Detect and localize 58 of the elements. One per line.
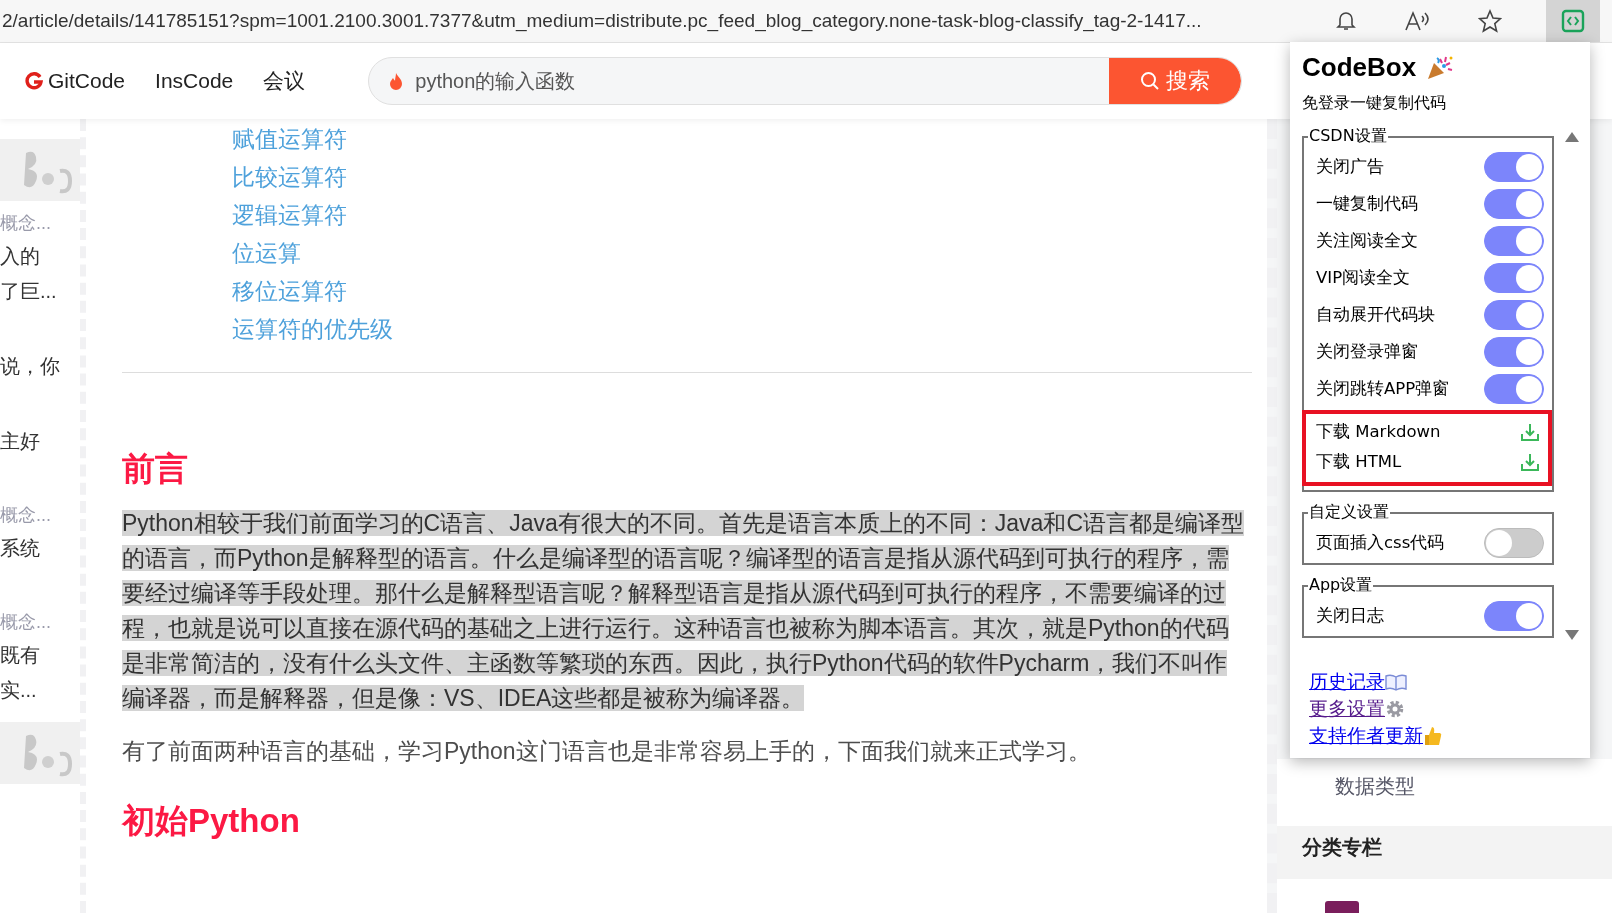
star-icon[interactable] <box>1478 9 1502 33</box>
toggle-switch[interactable] <box>1484 601 1544 631</box>
group-legend: 自定义设置 <box>1308 502 1390 523</box>
group-legend: App设置 <box>1308 575 1374 596</box>
group-legend: CSDN设置 <box>1308 126 1388 147</box>
flame-icon <box>389 72 404 90</box>
toggle-switch[interactable] <box>1484 528 1544 558</box>
search-icon <box>1140 71 1161 91</box>
article-snippet[interactable]: 既有 <box>0 642 80 669</box>
option-label: 页面插入css代码 <box>1316 532 1445 554</box>
article-snippet[interactable]: 了巨... <box>0 278 80 305</box>
nav-link[interactable]: GitCode <box>25 69 126 93</box>
nav-link[interactable]: 会议 <box>263 67 306 95</box>
section-heading: 初始Python <box>122 801 301 841</box>
extension-button[interactable] <box>1546 0 1600 42</box>
column-item[interactable]: 数据类型 <box>1335 773 1415 800</box>
scroll-down-icon[interactable] <box>1565 630 1579 640</box>
section-heading: 前言 <box>122 449 189 489</box>
article-snippet[interactable]: 入的 <box>0 243 80 270</box>
download-icon[interactable] <box>1520 422 1540 442</box>
article-snippet[interactable]: 系统 <box>0 535 80 562</box>
option-label: 一键复制代码 <box>1316 193 1418 215</box>
option-label: VIP阅读全文 <box>1316 267 1411 289</box>
article-snippet[interactable]: 说，你 <box>0 353 80 380</box>
search-field[interactable]: python的输入函数 搜索 <box>368 57 1243 105</box>
read-aloud-icon[interactable] <box>1404 10 1430 32</box>
toggle-switch[interactable] <box>1484 226 1544 256</box>
toggle-switch[interactable] <box>1484 189 1544 219</box>
download-icon[interactable] <box>1520 452 1540 472</box>
bell-icon[interactable] <box>1336 10 1356 32</box>
scroll-up-icon[interactable] <box>1565 132 1579 142</box>
popup-subtitle: 免登录一键复制代码 <box>1302 93 1447 114</box>
option-label: 自动展开代码块 <box>1316 304 1435 326</box>
section-title: 分类专栏 <box>1277 826 1612 879</box>
logo-icon <box>25 72 43 90</box>
book-icon <box>1385 672 1407 691</box>
article-snippet[interactable]: 实... <box>0 677 80 704</box>
download-label[interactable]: 下载 Markdown <box>1316 421 1441 443</box>
thumbs-up-icon <box>1423 724 1443 747</box>
nav-link[interactable]: InsCode <box>155 69 234 93</box>
download-label[interactable]: 下载 HTML <box>1316 451 1402 473</box>
paragraph: 有了前面两种语言的基础，学习Python这门语言也是非常容易上手的，下面我们就来正式学习。 <box>122 737 1092 766</box>
article-snippet[interactable]: 主好 <box>0 428 80 455</box>
toggle-switch[interactable] <box>1484 337 1544 367</box>
toggle-switch[interactable] <box>1484 300 1544 330</box>
party-popper-icon <box>1426 54 1455 81</box>
extension-icon <box>1561 9 1585 33</box>
toggle-switch[interactable] <box>1484 374 1544 404</box>
option-label: 关闭登录弹窗 <box>1316 341 1418 363</box>
paragraph: Python相较于我们前面学习的C语言、Java有很大的不同。首先是语言本质上的不同：Java和C语言都是编译型的语言，而Python是解释型的语言。什么是编译型的语言呢？编译型的语言是指从源代码到可执行的程序，需要经过编译等手段处理。那什么是解释型语言呢？解释型语言是指从源代码到可执行的程序，不需要编译的过程，也就是说可以直接在源代码的基础之上进行运行。这种语言也被称为脚本语言。其次，就是Python的代码是非常简洁的，没有什么头文件、主函数等繁琐的东西。因此，执行Python代码的软件Pycharm，我们不叫作编译器，而是解释器，但是像：VS、IDEA这些都是被称为编译器。 <box>122 509 1245 713</box>
option-label: 关注阅读全文 <box>1316 230 1418 252</box>
toggle-switch[interactable] <box>1484 263 1544 293</box>
toggle-switch[interactable] <box>1484 152 1544 182</box>
popup-title: CodeBox <box>1302 52 1417 83</box>
option-label: 关闭广告 <box>1316 156 1384 178</box>
option-label: 关闭日志 <box>1316 605 1384 627</box>
gear-icon <box>1385 698 1405 719</box>
option-label: 关闭跳转APP弹窗 <box>1316 378 1450 400</box>
